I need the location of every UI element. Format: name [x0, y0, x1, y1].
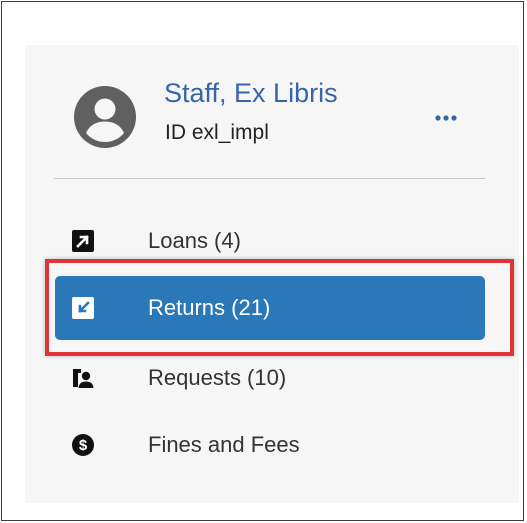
patron-panel: Staff, Ex Libris ID exl_impl Loans (4) R… [25, 45, 519, 503]
nav-item-label: Requests (10) [148, 365, 287, 390]
more-actions-button[interactable] [428, 103, 464, 133]
user-id-value: exl_impl [191, 121, 269, 144]
request-person-icon [73, 369, 94, 388]
screenshot-frame: Staff, Ex Libris ID exl_impl Loans (4) R… [1, 1, 524, 521]
header-divider [54, 178, 485, 179]
nav-item-label: Fines and Fees [148, 432, 300, 457]
avatar-icon [74, 86, 136, 148]
nav-item-returns[interactable]: Returns (21) [55, 276, 485, 340]
svg-text:$: $ [79, 437, 88, 454]
dollar-coin-icon: $ [72, 434, 94, 456]
loan-arrow-icon [72, 230, 94, 252]
user-name-link[interactable]: Staff, Ex Libris [164, 78, 338, 109]
user-id: ID exl_impl [165, 121, 269, 145]
nav-item-loans[interactable]: Loans (4) [55, 209, 485, 273]
nav-item-label: Returns (21) [148, 295, 271, 320]
nav-item-fines-and-fees[interactable]: $ Fines and Fees [55, 413, 485, 477]
user-header: Staff, Ex Libris ID exl_impl [25, 45, 519, 179]
nav-item-label: Loans (4) [148, 228, 241, 253]
user-id-prefix: ID [165, 121, 186, 144]
ellipsis-icon [435, 115, 457, 121]
return-check-icon [72, 297, 94, 319]
nav-item-requests[interactable]: Requests (10) [55, 346, 485, 410]
